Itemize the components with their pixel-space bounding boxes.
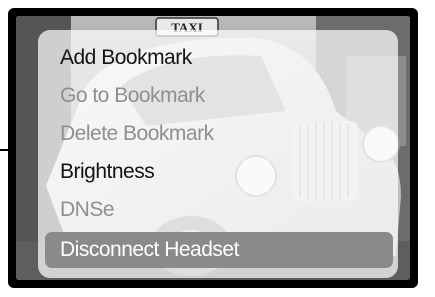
menu-item-brightness[interactable]: Brightness <box>60 154 155 190</box>
menu-item-dnse[interactable]: DNSe <box>60 192 115 228</box>
menu-item-disconnect-headset[interactable]: Disconnect Headset <box>60 232 239 268</box>
menu-item-delete-bookmark[interactable]: Delete Bookmark <box>60 116 214 152</box>
device-screen: TAXI Add Bookmark Go to Bookmark Delete … <box>16 16 410 280</box>
menu-item-go-to-bookmark[interactable]: Go to Bookmark <box>60 78 205 114</box>
menu-item-add-bookmark[interactable]: Add Bookmark <box>60 40 192 76</box>
